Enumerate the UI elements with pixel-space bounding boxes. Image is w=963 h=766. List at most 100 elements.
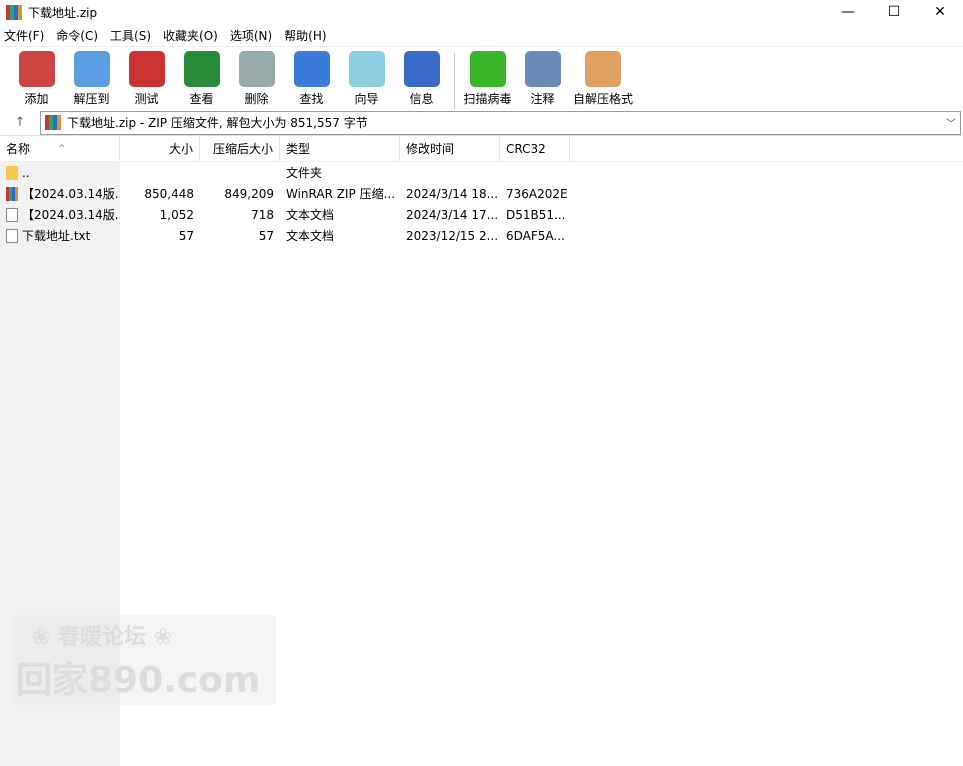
file-name: 下载地址.txt — [22, 229, 91, 243]
folder-icon — [6, 165, 18, 180]
delete-trash-icon — [238, 51, 275, 87]
toolbar-button-8[interactable]: 扫描病毒 — [463, 51, 512, 107]
file-name: 【2024.03.14版... — [22, 208, 120, 222]
toolbar-button-9[interactable]: 注释 — [518, 51, 567, 107]
text-file-icon — [6, 228, 18, 243]
close-button[interactable]: ✕ — [917, 0, 963, 24]
zip-archive-icon — [45, 115, 61, 130]
column-packed[interactable]: 压缩后大小 — [200, 136, 280, 161]
cell-packed: 718 — [251, 207, 274, 222]
file-list: 名称 ^ 大小 压缩后大小 类型 修改时间 CRC32 .. 文件夹 【2024.… — [0, 136, 963, 246]
winrar-app-icon — [6, 4, 22, 20]
chevron-down-icon[interactable]: ﹀ — [946, 115, 956, 130]
toolbar-button-10[interactable]: 自解压格式 — [573, 51, 633, 107]
extract-folder-icon — [73, 51, 110, 87]
table-row[interactable]: 下载地址.txt 57 57 文本文档 2023/12/15 2... 6DAF… — [0, 225, 963, 246]
column-type[interactable]: 类型 — [280, 136, 400, 161]
toolbar-button-label: 自解压格式 — [573, 92, 634, 106]
maximize-button[interactable]: ☐ — [871, 0, 917, 24]
toolbar-button-2[interactable]: 测试 — [122, 51, 171, 107]
comment-icon — [524, 51, 561, 87]
add-archive-icon — [18, 51, 55, 87]
cell-modified: 2024/3/14 18... — [406, 186, 499, 201]
menu-options[interactable]: 选项(N) — [230, 27, 272, 44]
toolbar-button-label: 测试 — [134, 92, 159, 106]
column-modified[interactable]: 修改时间 — [400, 136, 500, 161]
menu-commands[interactable]: 命令(C) — [56, 27, 98, 44]
cell-modified: 2024/3/14 17... — [406, 207, 499, 222]
column-size[interactable]: 大小 — [120, 136, 200, 161]
title-bar: 下载地址.zip — ☐ ✕ — [0, 0, 963, 24]
table-row[interactable]: 【2024.03.14版... 1,052 718 文本文档 2024/3/14… — [0, 204, 963, 225]
cell-size: 57 — [178, 228, 194, 243]
cell-packed: 57 — [258, 228, 274, 243]
cell-crc: D51B51... — [506, 207, 566, 222]
cell-modified — [400, 162, 500, 183]
toolbar-button-6[interactable]: 向导 — [342, 51, 391, 107]
find-magnifier-icon — [293, 51, 330, 87]
watermark-text-2: 回家890.com — [16, 660, 261, 701]
column-name[interactable]: 名称 ^ — [0, 136, 120, 161]
menu-bar: 文件(F) 命令(C) 工具(S) 收藏夹(O) 选项(N) 帮助(H) — [0, 24, 963, 46]
toolbar-button-4[interactable]: 删除 — [232, 51, 281, 107]
column-headers: 名称 ^ 大小 压缩后大小 类型 修改时间 CRC32 — [0, 136, 963, 162]
cell-packed: 849,209 — [224, 186, 274, 201]
toolbar-button-5[interactable]: 查找 — [287, 51, 336, 107]
minimize-button[interactable]: — — [825, 0, 871, 24]
test-clipboard-icon — [128, 51, 165, 87]
cell-name: .. — [0, 162, 120, 183]
menu-file[interactable]: 文件(F) — [4, 27, 44, 44]
table-row[interactable]: 【2024.03.14版... 850,448 849,209 WinRAR Z… — [0, 183, 963, 204]
menu-favorites[interactable]: 收藏夹(O) — [163, 27, 218, 44]
cell-packed — [200, 162, 280, 183]
toolbar-button-3[interactable]: 查看 — [177, 51, 226, 107]
view-book-icon — [183, 51, 220, 87]
cell-type: 文件夹 — [286, 166, 323, 180]
cell-name: 【2024.03.14版... — [0, 204, 120, 225]
cell-modified: 2023/12/15 2... — [406, 228, 499, 243]
toolbar-button-label: 查看 — [189, 92, 214, 106]
cell-type: 文本文档 — [286, 208, 335, 222]
wizard-wand-icon — [348, 51, 385, 87]
toolbar-separator — [454, 53, 455, 109]
toolbar-button-label: 删除 — [244, 92, 269, 106]
cell-crc: 736A202E — [506, 186, 568, 201]
watermark-logo: ❀ 春暖论坛 ❀ 回家890.com — [12, 615, 276, 705]
toolbar: 添加 解压到 测试 查看 删除 查找 向导 信息 扫描病毒 注释 自解压格式 — [0, 46, 963, 110]
cell-crc: 6DAF5A... — [506, 228, 565, 243]
column-crc32[interactable]: CRC32 — [500, 136, 570, 161]
cell-crc — [500, 162, 570, 183]
watermark-text-1: 春暖论坛 — [58, 625, 147, 650]
toolbar-button-7[interactable]: 信息 — [397, 51, 446, 107]
toolbar-button-label: 添加 — [24, 92, 49, 106]
cell-name: 下载地址.txt — [0, 225, 120, 246]
toolbar-button-0[interactable]: 添加 — [12, 51, 61, 107]
toolbar-button-label: 查找 — [299, 92, 324, 106]
toolbar-button-label: 扫描病毒 — [463, 92, 512, 106]
toolbar-button-label: 向导 — [354, 92, 379, 106]
cell-size: 850,448 — [144, 186, 194, 201]
path-field[interactable]: 下载地址.zip - ZIP 压缩文件, 解包大小为 851,557 字节 ﹀ — [40, 110, 961, 135]
window-title: 下载地址.zip — [28, 5, 98, 20]
file-name: 【2024.03.14版... — [22, 187, 120, 201]
path-text: 下载地址.zip - ZIP 压缩文件, 解包大小为 851,557 字节 — [67, 116, 368, 130]
cell-type: 文本文档 — [286, 229, 335, 243]
toolbar-button-label: 解压到 — [73, 92, 110, 106]
table-row[interactable]: .. 文件夹 — [0, 162, 963, 183]
address-bar: ↑ 下载地址.zip - ZIP 压缩文件, 解包大小为 851,557 字节 … — [0, 110, 963, 136]
sfx-box-icon — [585, 51, 621, 87]
text-file-icon — [6, 207, 18, 222]
virus-scan-icon — [469, 51, 506, 87]
up-arrow-icon[interactable]: ↑ — [0, 115, 40, 130]
column-label: 名称 — [6, 142, 31, 156]
info-icon — [403, 51, 440, 87]
file-name: .. — [22, 165, 30, 180]
toolbar-button-1[interactable]: 解压到 — [67, 51, 116, 107]
cell-size — [120, 162, 200, 183]
menu-help[interactable]: 帮助(H) — [284, 27, 326, 44]
sort-ascending-icon: ^ — [58, 143, 66, 154]
cell-type: WinRAR ZIP 压缩... — [286, 187, 396, 201]
toolbar-button-label: 信息 — [409, 92, 434, 106]
menu-tools[interactable]: 工具(S) — [110, 27, 151, 44]
toolbar-button-label: 注释 — [530, 92, 555, 106]
